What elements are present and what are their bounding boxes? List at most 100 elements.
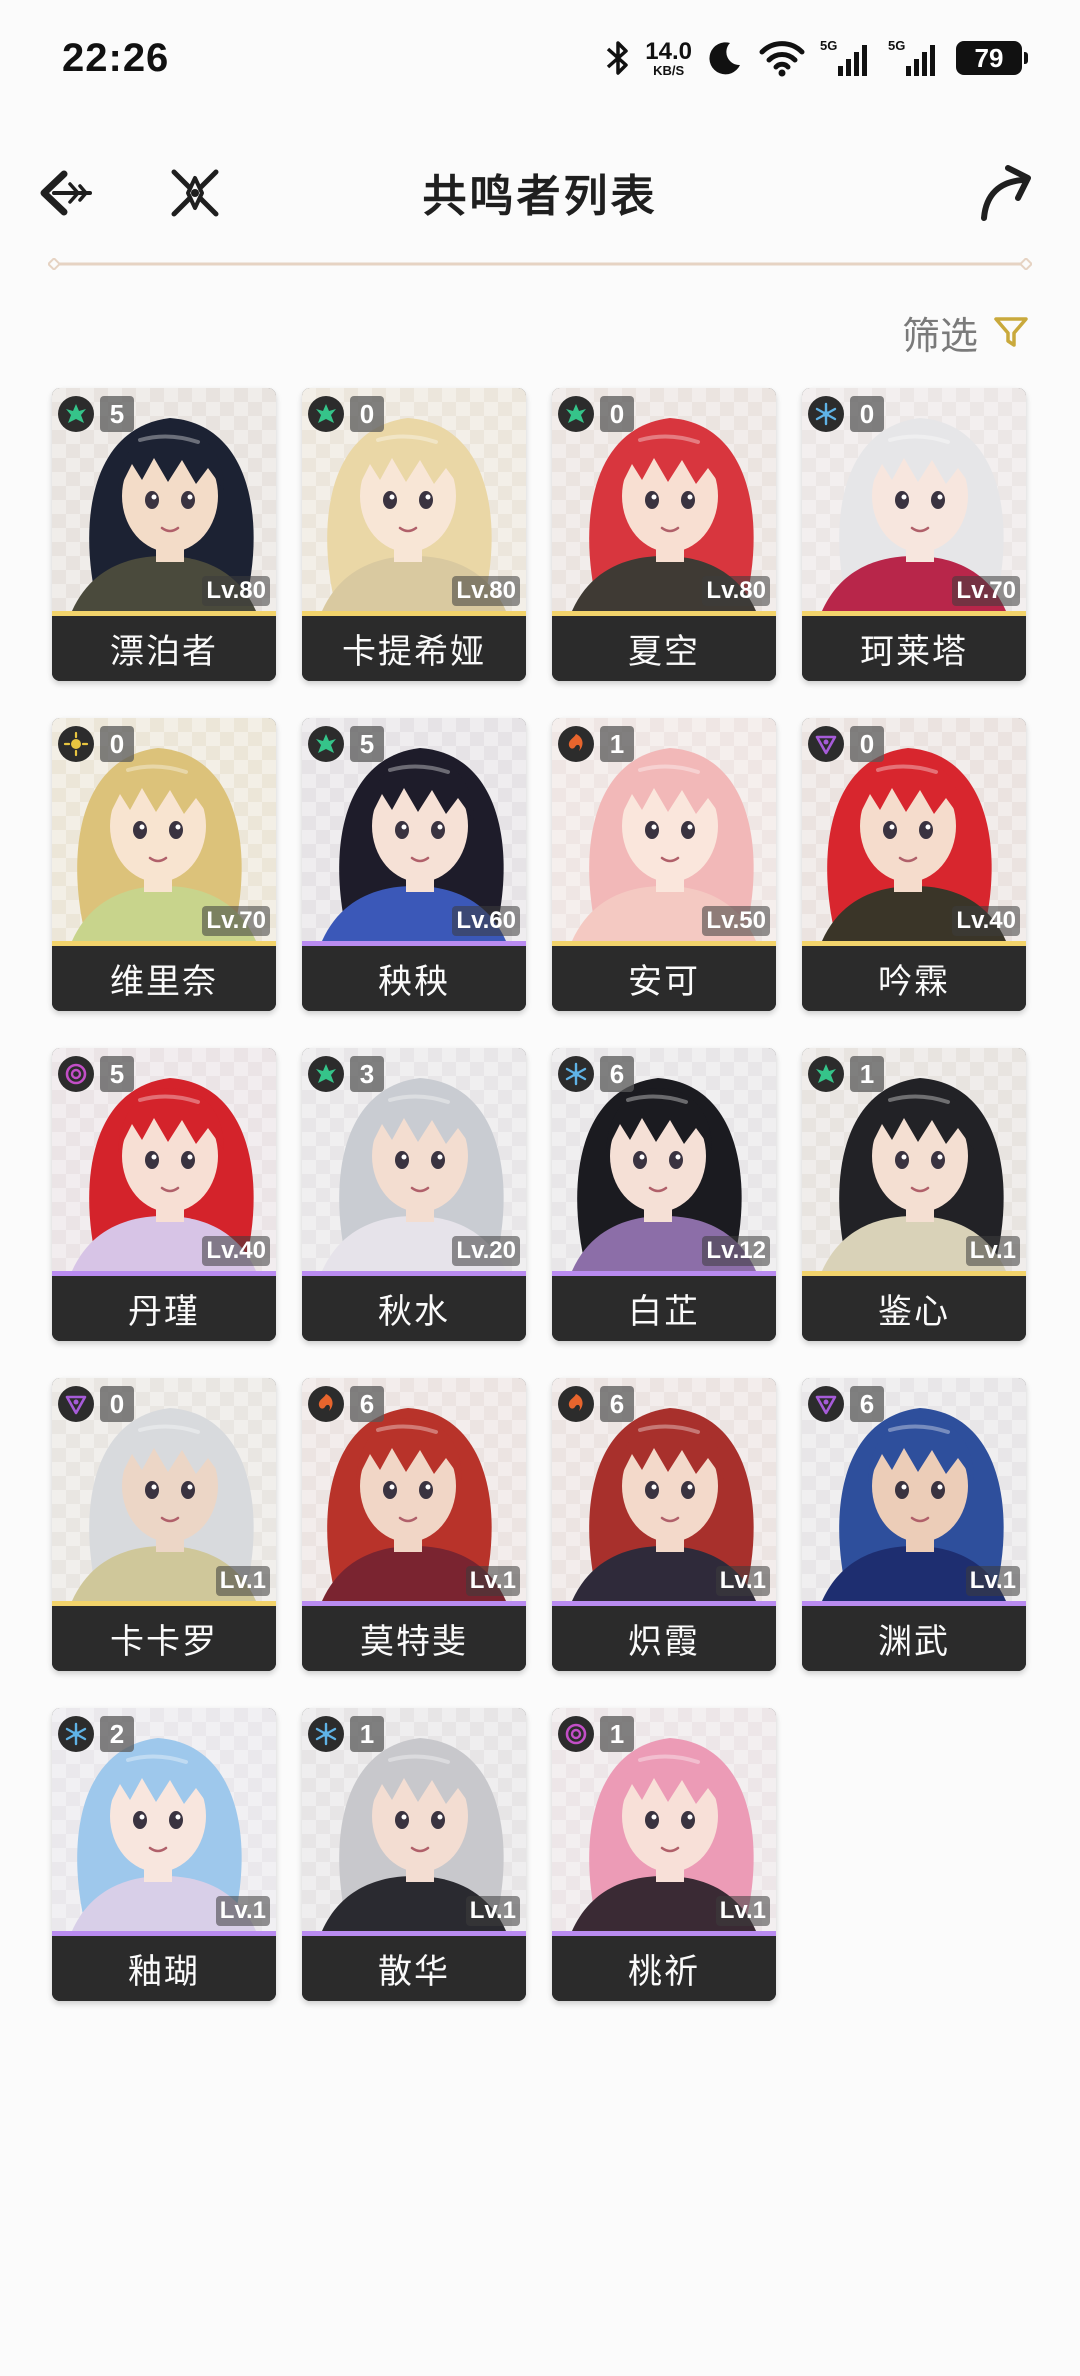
character-level: Lv.70 — [202, 906, 270, 936]
fusion-element-icon — [318, 1394, 333, 1411]
resonance-chain-count: 5 — [350, 726, 384, 762]
resonance-chain-count: 1 — [350, 1716, 384, 1752]
spectro-element-icon — [63, 731, 89, 757]
element-badge — [558, 1716, 594, 1752]
character-card[interactable]: 6 Lv.1 渊武 — [802, 1378, 1026, 1671]
resonance-chain-count: 0 — [850, 726, 884, 762]
character-name: 白芷 — [552, 1276, 776, 1341]
resonance-chain-count: 6 — [350, 1386, 384, 1422]
element-badge — [808, 726, 844, 762]
page-title: 共鸣者列表 — [422, 171, 658, 222]
character-card[interactable]: 1 Lv.1 鉴心 — [802, 1048, 1026, 1341]
character-card[interactable]: 0 Lv.80 夏空 — [552, 388, 776, 681]
character-level: Lv.1 — [215, 1896, 270, 1926]
character-name: 安可 — [552, 946, 776, 1011]
share-button[interactable] — [970, 158, 1040, 228]
character-card[interactable]: 5 Lv.80 漂泊者 — [52, 388, 276, 681]
resonance-chain-count: 1 — [850, 1056, 884, 1092]
filter-button[interactable]: 筛选 — [902, 304, 1030, 360]
element-badge — [58, 396, 94, 432]
character-card[interactable]: 0 Lv.70 维里奈 — [52, 718, 276, 1011]
character-level: Lv.80 — [702, 576, 770, 606]
resonance-chain-count: 6 — [600, 1386, 634, 1422]
glacio-element-icon — [65, 1722, 87, 1746]
resonance-chain-count: 1 — [600, 726, 634, 762]
resonance-chain-count: 0 — [350, 396, 384, 432]
element-badge — [808, 396, 844, 432]
net-speed: 14.0 KB/S — [645, 37, 692, 78]
character-level: Lv.1 — [965, 1566, 1020, 1596]
element-badge — [308, 726, 344, 762]
element-badge — [558, 396, 594, 432]
character-name: 秋水 — [302, 1276, 526, 1341]
character-level: Lv.1 — [715, 1566, 770, 1596]
element-badge — [808, 1056, 844, 1092]
resonance-chain-count: 0 — [850, 396, 884, 432]
element-badge — [558, 726, 594, 762]
character-level: Lv.1 — [465, 1896, 520, 1926]
resonance-chain-count: 6 — [600, 1056, 634, 1092]
signal-1-tag: 5G — [820, 38, 838, 53]
element-badge — [58, 1386, 94, 1422]
resonance-chain-count: 1 — [600, 1716, 634, 1752]
havoc-element-icon — [815, 1395, 837, 1415]
character-card[interactable]: 0 Lv.80 卡提希娅 — [302, 388, 526, 681]
share-arrow-icon — [981, 165, 1031, 221]
character-name: 卡卡罗 — [52, 1606, 276, 1671]
character-level: Lv.50 — [702, 906, 770, 936]
character-level: Lv.40 — [952, 906, 1020, 936]
element-badge — [308, 396, 344, 432]
character-card[interactable]: 5 Lv.60 秧秧 — [302, 718, 526, 1011]
resonance-chain-count: 6 — [850, 1386, 884, 1422]
character-card[interactable]: 1 Lv.1 散华 — [302, 1708, 526, 2001]
signal-2-tag: 5G — [888, 38, 906, 53]
character-name: 釉瑚 — [52, 1936, 276, 2001]
character-name: 漂泊者 — [52, 616, 276, 681]
character-card[interactable]: 5 Lv.40 丹瑾 — [52, 1048, 276, 1341]
status-icons: 14.0 KB/S 5G 5G 79 — [605, 36, 1028, 80]
element-badge — [58, 1716, 94, 1752]
glacio-element-icon — [315, 1722, 337, 1746]
character-card[interactable]: 6 Lv.1 莫特斐 — [302, 1378, 526, 1671]
character-card[interactable]: 6 Lv.12 白芷 — [552, 1048, 776, 1341]
character-card[interactable]: 0 Lv.1 卡卡罗 — [52, 1378, 276, 1671]
fusion-element-icon — [568, 734, 583, 751]
character-level: Lv.1 — [215, 1566, 270, 1596]
electro-element-icon — [65, 1063, 87, 1085]
character-level: Lv.70 — [952, 576, 1020, 606]
character-card[interactable]: 0 Lv.40 吟霖 — [802, 718, 1026, 1011]
character-level: Lv.80 — [452, 576, 520, 606]
character-name: 秧秧 — [302, 946, 526, 1011]
element-badge — [58, 726, 94, 762]
havoc-element-icon — [815, 735, 837, 755]
status-time: 22:26 — [62, 36, 170, 80]
battery-indicator: 79 — [956, 41, 1028, 75]
character-name: 散华 — [302, 1936, 526, 2001]
character-name: 珂莱塔 — [802, 616, 1026, 681]
character-name: 莫特斐 — [302, 1606, 526, 1671]
net-speed-value: 14.0 — [645, 37, 692, 65]
character-card[interactable]: 6 Lv.1 炽霞 — [552, 1378, 776, 1671]
net-speed-unit: KB/S — [653, 62, 685, 78]
filter-funnel-icon — [994, 317, 1028, 347]
filter-label: 筛选 — [901, 313, 978, 358]
character-level: Lv.60 — [452, 906, 520, 936]
character-level: Lv.12 — [702, 1236, 770, 1266]
character-card[interactable]: 2 Lv.1 釉瑚 — [52, 1708, 276, 2001]
bluetooth-icon — [607, 41, 629, 75]
character-card[interactable]: 0 Lv.70 珂莱塔 — [802, 388, 1026, 681]
element-badge — [308, 1386, 344, 1422]
character-name: 卡提希娅 — [302, 616, 526, 681]
resonance-chain-count: 0 — [600, 396, 634, 432]
element-badge — [558, 1386, 594, 1422]
character-card[interactable]: 1 Lv.50 安可 — [552, 718, 776, 1011]
character-level: Lv.80 — [202, 576, 270, 606]
havoc-element-icon — [65, 1395, 87, 1415]
character-card[interactable]: 3 Lv.20 秋水 — [302, 1048, 526, 1341]
character-card[interactable]: 1 Lv.1 桃祈 — [552, 1708, 776, 2001]
glacio-element-icon — [565, 1062, 587, 1086]
fusion-element-icon — [568, 1394, 583, 1411]
character-level: Lv.1 — [965, 1236, 1020, 1266]
element-badge — [58, 1056, 94, 1092]
moon-icon — [709, 42, 740, 75]
